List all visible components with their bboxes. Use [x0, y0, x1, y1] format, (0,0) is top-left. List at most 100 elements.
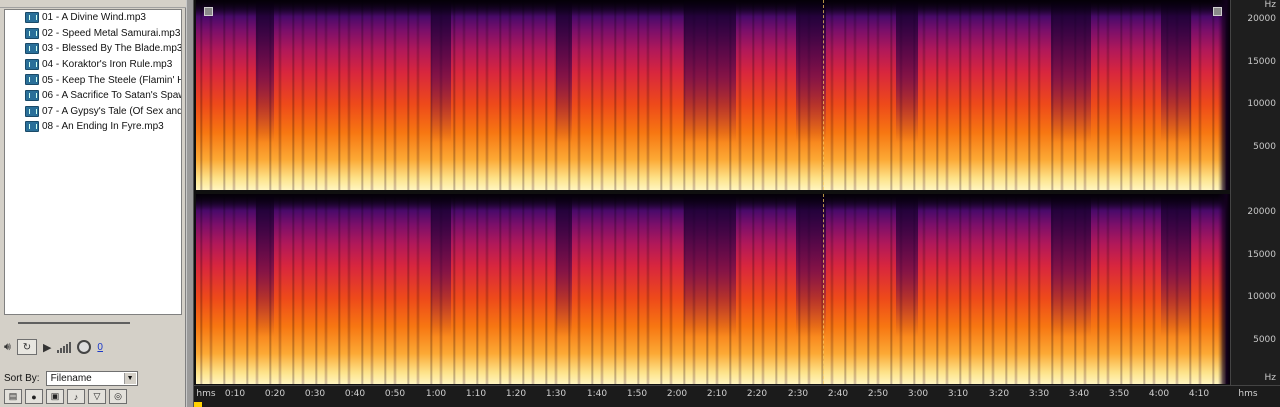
- list-item[interactable]: 06 - A Sacrifice To Satan's Spaw: [5, 88, 181, 104]
- volume-meter-icon: [57, 341, 72, 353]
- time-tick-label: 2:30: [787, 389, 809, 399]
- quiet-band: [556, 0, 572, 190]
- filter-icon: ▽: [93, 391, 101, 401]
- quiet-band: [431, 0, 451, 190]
- play-button[interactable]: ▶: [43, 341, 51, 354]
- record-button[interactable]: ●: [25, 389, 43, 404]
- audio-file-icon: [25, 74, 39, 86]
- quiet-band: [796, 194, 826, 384]
- file-name: 05 - Keep The Steele (Flamin' Ho: [42, 74, 182, 86]
- files-panel: 01 - A Divine Wind.mp3 02 - Speed Metal …: [0, 0, 186, 407]
- quiet-band: [256, 0, 274, 190]
- quiet-band: [684, 194, 736, 384]
- time-tick-label: 3:00: [907, 389, 929, 399]
- time-tick-label: 0:10: [224, 389, 246, 399]
- audio-file-icon: [25, 89, 39, 101]
- list-item[interactable]: 08 - An Ending In Fyre.mp3: [5, 119, 181, 135]
- quiet-band: [1161, 0, 1191, 190]
- list-item[interactable]: 07 - A Gypsy's Tale (Of Sex and S: [5, 104, 181, 120]
- file-name: 04 - Koraktor's Iron Rule.mp3: [42, 59, 173, 71]
- audio-file-icon: [25, 58, 39, 70]
- file-name: 07 - A Gypsy's Tale (Of Sex and S: [42, 105, 182, 117]
- list-item[interactable]: 02 - Speed Metal Samurai.mp3: [5, 26, 181, 42]
- quiet-band: [556, 194, 572, 384]
- filter-button[interactable]: ▽: [88, 389, 106, 404]
- time-tick-label: 1:10: [465, 389, 487, 399]
- cd-button[interactable]: ◎: [109, 389, 127, 404]
- note-button[interactable]: ♪: [67, 389, 85, 404]
- list-scrollbar[interactable]: [18, 322, 130, 324]
- loop-button[interactable]: ↻: [16, 339, 37, 355]
- time-tick-label: 3:40: [1068, 389, 1090, 399]
- sort-select[interactable]: Filename ▼: [45, 370, 138, 386]
- volume-knob[interactable]: [77, 340, 92, 354]
- time-unit-label: hms: [1238, 389, 1258, 399]
- zoom-corner-left[interactable]: [204, 7, 213, 16]
- hz-tick-label: 20000: [1247, 14, 1276, 24]
- hz-tick-label: 10000: [1247, 292, 1276, 302]
- hz-tick-label: 5000: [1253, 142, 1276, 152]
- panel-splitter[interactable]: [186, 0, 194, 407]
- time-ruler[interactable]: hms 0:10 0:20 0:30 0:40 0:50 1:00 1:10 1…: [194, 385, 1280, 407]
- time-tick-label: 4:10: [1188, 389, 1210, 399]
- quiet-band: [1051, 194, 1091, 384]
- list-item[interactable]: 01 - A Divine Wind.mp3: [5, 10, 181, 26]
- list-item[interactable]: 05 - Keep The Steele (Flamin' Ho: [5, 72, 181, 88]
- channel-right-spectrogram[interactable]: [196, 194, 1230, 384]
- quiet-band: [684, 0, 736, 190]
- speaker-icon[interactable]: 🔊︎: [4, 341, 11, 354]
- marker-line[interactable]: [823, 0, 824, 190]
- quiet-band: [1051, 0, 1091, 190]
- time-unit-label: hms: [196, 389, 216, 399]
- insert-button[interactable]: ▤: [4, 389, 22, 404]
- spectrogram-top-shade: [196, 194, 1230, 210]
- file-name: 06 - A Sacrifice To Satan's Spaw: [42, 90, 182, 102]
- hz-unit-label: Hz: [1264, 373, 1277, 383]
- volume-value[interactable]: 0: [97, 342, 103, 353]
- record-icon: ●: [31, 391, 37, 402]
- time-tick-label: 1:20: [505, 389, 527, 399]
- channel-left-spectrogram[interactable]: [196, 0, 1230, 190]
- time-tick-label: 2:00: [666, 389, 688, 399]
- hz-tick-label: 20000: [1247, 207, 1276, 217]
- playhead-marker[interactable]: [194, 402, 202, 407]
- file-name: 03 - Blessed By The Blade.mp3: [42, 43, 182, 55]
- spectrogram-fadeout: [1218, 194, 1230, 384]
- file-list: 01 - A Divine Wind.mp3 02 - Speed Metal …: [4, 9, 182, 315]
- time-tick-label: 2:50: [867, 389, 889, 399]
- insert-icon: ▤: [8, 391, 18, 401]
- audio-file-icon: [25, 27, 39, 39]
- list-item[interactable]: 04 - Koraktor's Iron Rule.mp3: [5, 57, 181, 73]
- audio-file-icon: [25, 121, 39, 133]
- time-tick-label: 1:30: [545, 389, 567, 399]
- quiet-band: [796, 0, 826, 190]
- hz-unit-label: Hz: [1264, 0, 1277, 10]
- audio-file-icon: [25, 105, 39, 117]
- time-tick-label: 3:10: [947, 389, 969, 399]
- quiet-band: [896, 0, 918, 190]
- audio-file-icon: [25, 43, 39, 55]
- time-tick-label: 2:40: [827, 389, 849, 399]
- marker-line[interactable]: [823, 194, 824, 384]
- playback-controls: 🔊︎ ↻ ▶ 0: [4, 336, 182, 358]
- hz-tick-label: 15000: [1247, 250, 1276, 260]
- file-toolbar-bottom: ▤ ● ▣ ♪ ▽ ◎: [4, 389, 182, 405]
- audio-file-icon: [25, 12, 39, 23]
- film-button[interactable]: ▣: [46, 389, 64, 404]
- file-name: 01 - A Divine Wind.mp3: [42, 12, 146, 24]
- time-tick-label: 0:40: [344, 389, 366, 399]
- quiet-band: [431, 194, 451, 384]
- quiet-band: [256, 194, 274, 384]
- quiet-band: [896, 194, 918, 384]
- spectrogram-fadeout: [1218, 0, 1230, 190]
- hz-tick-label: 10000: [1247, 99, 1276, 109]
- time-tick-label: 3:50: [1108, 389, 1130, 399]
- film-icon: ▣: [50, 391, 60, 401]
- list-item[interactable]: 03 - Blessed By The Blade.mp3: [5, 41, 181, 57]
- time-tick-label: 4:00: [1148, 389, 1170, 399]
- file-name: 08 - An Ending In Fyre.mp3: [42, 121, 164, 133]
- zoom-corner-right[interactable]: [1213, 7, 1222, 16]
- spectral-view[interactable]: Hz 20000 15000 10000 5000 20000 15000 10…: [194, 0, 1280, 407]
- frequency-ruler[interactable]: Hz 20000 15000 10000 5000 20000 15000 10…: [1230, 0, 1280, 385]
- chevron-down-icon[interactable]: ▼: [123, 372, 136, 384]
